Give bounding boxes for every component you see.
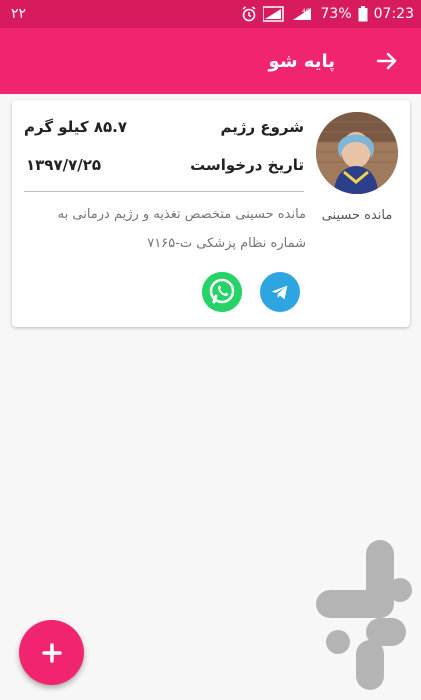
divider — [24, 191, 304, 192]
back-button[interactable] — [373, 47, 401, 75]
request-date-value: ۱۳۹۷/۷/۲۵ — [26, 156, 102, 174]
avatar[interactable] — [316, 112, 398, 194]
start-weight-value: ۸۵.۷ کیلو گرم — [24, 118, 128, 136]
svg-text:4G: 4G — [302, 8, 311, 15]
status-time: 07:23 — [373, 6, 414, 22]
start-diet-label: شروع رژیم — [220, 118, 304, 136]
telegram-icon — [271, 285, 288, 300]
battery-percent: 73% — [320, 6, 352, 22]
request-date-label: تاریخ درخواست — [190, 156, 304, 174]
signal-4g-icon: 4G — [291, 6, 315, 22]
add-button[interactable] — [19, 620, 84, 685]
app-bar: پایه شو — [0, 28, 421, 94]
doctor-description: مانده حسینی متخصص تغذیه و رژیم درمانی به… — [57, 207, 306, 251]
signal-icon — [262, 6, 285, 22]
status-icons: 4G 73% 07:23 — [241, 6, 414, 22]
doctor-card[interactable]: مانده حسینی شروع رژیم ۸۵.۷ کیلو گرم تاری… — [12, 100, 410, 327]
alarm-icon — [241, 6, 257, 22]
battery-icon — [358, 6, 368, 22]
telegram-button[interactable] — [260, 272, 300, 312]
page-title: پایه شو — [268, 50, 335, 72]
whatsapp-icon — [202, 272, 242, 312]
whatsapp-button[interactable] — [202, 272, 242, 312]
status-bar: ۲۲ 4G 73% 07:23 — [0, 0, 421, 28]
plus-icon — [41, 642, 62, 663]
cafebazaar-watermark-icon — [316, 540, 416, 694]
arrow-right-icon — [376, 52, 397, 70]
status-left-text: ۲۲ — [11, 6, 27, 22]
doctor-name: مانده حسینی — [321, 208, 393, 223]
